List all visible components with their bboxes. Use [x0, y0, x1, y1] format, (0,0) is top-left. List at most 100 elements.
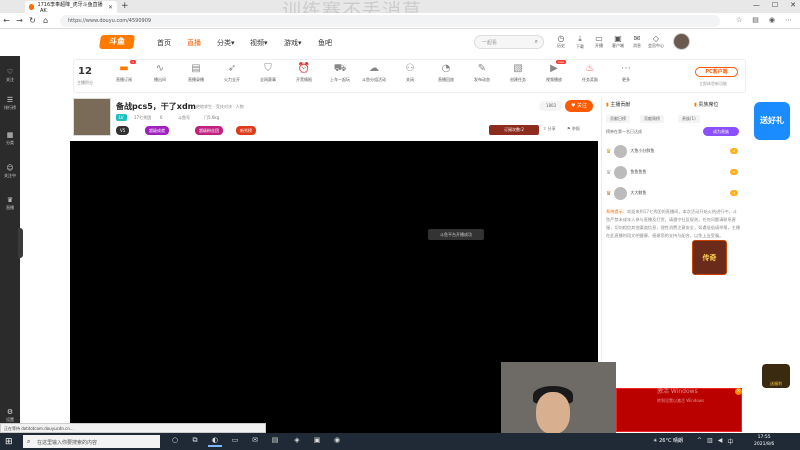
cat-alarm[interactable]: ⏰ 开黑情报 — [290, 63, 318, 83]
favorite-star-icon[interactable]: ☆ — [736, 16, 742, 24]
taskbar-clock[interactable]: 17:55 2021/8/6 — [754, 434, 774, 448]
store-icon[interactable]: ▤ — [268, 436, 282, 447]
nav-fishbar[interactable]: 鱼吧 — [318, 38, 332, 48]
file-explorer-icon[interactable]: ▭ — [228, 436, 242, 447]
cat-broadcast[interactable]: ∿ 播出间 — [146, 63, 174, 83]
network-icon[interactable]: ▥ — [707, 437, 713, 446]
search-icon[interactable]: ⌕ — [535, 38, 538, 46]
streamer-avatar[interactable] — [73, 98, 111, 136]
taskbar-search[interactable]: ⌕ 在这里输入你要搜索的内容 — [23, 435, 160, 448]
close-window-icon[interactable]: ✕ — [790, 1, 796, 9]
task-view-icon[interactable]: ○ — [168, 436, 182, 447]
address-bar: ← → ↻ ⌂ https://www.douyu.com/4590909 ☆ … — [0, 13, 800, 29]
newcomer-rank-badge[interactable]: 新秀榜 — [236, 126, 256, 135]
collections-icon[interactable]: ▤ — [752, 16, 759, 24]
close-tab-icon[interactable]: ✕ — [108, 4, 113, 11]
sidebar-item-ranking[interactable]: ☰ 排行榜 — [0, 96, 20, 111]
more-menu-icon[interactable]: ⋯ — [785, 16, 792, 24]
become-noble-button[interactable]: 成为贵族 — [703, 127, 739, 136]
header-vip[interactable]: ◇ 会员中心 — [647, 34, 665, 49]
tab-noble-list[interactable]: 贵族(1) — [678, 115, 700, 123]
flag-icon: ⚑ — [567, 126, 571, 131]
header-broadcast[interactable]: ▭ 开播 — [590, 34, 608, 49]
header-history[interactable]: ◷ 历史 — [552, 34, 570, 49]
chrome-icon[interactable]: ◉ — [330, 436, 344, 447]
douyu-logo[interactable]: 斗鱼 — [99, 35, 135, 49]
nav-home[interactable]: 首页 — [157, 38, 171, 48]
subscribe-count-button[interactable]: 订阅次数:2 — [489, 125, 539, 135]
tab-daily[interactable]: 贡献日榜 — [606, 115, 630, 123]
follow-button[interactable]: ♥ 关注 — [565, 100, 593, 112]
cat-task[interactable]: ▧ 创建任务 — [504, 63, 532, 83]
tab-noble[interactable]: ▮ 贵族席位 — [694, 101, 718, 108]
cat-car[interactable]: ⛟ 上车一起玩 — [326, 63, 354, 83]
cat-more[interactable]: ⋯ 更多 — [612, 63, 640, 83]
windows-start-icon[interactable]: ⊞ — [5, 437, 13, 447]
v5-badge[interactable]: V5 — [116, 126, 130, 135]
volume-icon[interactable]: ◀ — [718, 437, 723, 446]
sidebar-item-settings[interactable]: ⚙ 设置 — [0, 408, 20, 423]
game-ad-banner[interactable]: 传奇 — [692, 240, 727, 275]
search-input[interactable]: 一起看 ⌕ — [474, 35, 544, 49]
tab-contribution[interactable]: ▮ 主播贡献 — [606, 101, 630, 108]
streamer-name[interactable]: 17七秀团 — [134, 115, 151, 121]
minimize-icon[interactable]: — — [753, 1, 760, 9]
promo-float-badge[interactable]: 送好礼 — [754, 102, 790, 140]
sidebar-item-live[interactable]: ♛ 直播 — [0, 196, 20, 211]
nav-category[interactable]: 分类▾ — [217, 38, 235, 48]
mail-icon[interactable]: ✉ — [248, 436, 262, 447]
header-download[interactable]: ⤓ 下载 — [571, 34, 589, 50]
rank-name: 鱼鱼鱼鱼 — [630, 169, 647, 174]
header-icon-label: 会员中心 — [648, 43, 664, 48]
cat-friends[interactable]: ⚇ 关闭 — [396, 63, 424, 83]
profile-icon[interactable]: ◉ — [769, 16, 775, 24]
nav-game[interactable]: 游戏▾ — [284, 38, 302, 48]
share-button[interactable]: ⇪ 分享 — [543, 126, 556, 132]
cat-playback[interactable]: ◔ 直播回放 — [432, 63, 460, 83]
new-tab-icon[interactable]: + — [121, 1, 129, 11]
weather-widget[interactable]: ☀ 26°C 晴朗 — [653, 437, 683, 444]
cat-reward[interactable]: ♨ 任务奖励 — [576, 63, 604, 83]
tab-weekly[interactable]: 贡献周榜 — [640, 115, 664, 123]
refresh-icon[interactable]: ↻ — [26, 16, 39, 25]
back-icon[interactable]: ← — [0, 16, 13, 25]
rank-row[interactable]: ♛ 鱼鱼鱼鱼 5 — [606, 163, 738, 181]
browser-tab[interactable]: 1716李奉超降_虎牙斗鱼直播_AK ✕ — [25, 1, 117, 14]
trophy-icon: ♛ — [6, 196, 14, 204]
rank-row[interactable]: ♛ 大鱼小分鲜鱼 6 — [606, 142, 738, 160]
fan-club-badge[interactable]: 超级粉丝团 — [195, 126, 223, 135]
url-field[interactable]: https://www.douyu.com/4590909 — [60, 15, 720, 27]
cat-subscribe[interactable]: ▬ 直播订阅 2 — [110, 60, 138, 83]
user-avatar[interactable] — [673, 33, 690, 50]
cat-group[interactable]: ☁ 斗鱼分组活动 — [360, 63, 388, 83]
room-tags[interactable]: 绝地求生 · 竞技对决 · 人物 — [196, 104, 244, 110]
chevron-up-icon[interactable]: ^ — [697, 437, 702, 446]
rank-row[interactable]: ♛ 大大鲸鱼 4 — [606, 184, 738, 202]
nav-live[interactable]: 直播 — [187, 38, 201, 48]
cat-esports[interactable]: ⛉ 全网赛事 — [254, 63, 282, 83]
ime-icon[interactable]: 中 — [727, 437, 733, 446]
cat-fire[interactable]: ➶ 火力全开 — [218, 63, 246, 83]
cat-edit[interactable]: ✎ 发布动态 — [468, 63, 496, 83]
sidebar-item-category[interactable]: ▦ 分类 — [0, 131, 20, 146]
pc-client-button[interactable]: PC客户端 — [695, 67, 738, 77]
header-messages[interactable]: ✉ 消息 — [628, 34, 646, 49]
achievement-badge[interactable]: 超级成就 — [145, 126, 169, 135]
forward-icon[interactable]: → — [13, 16, 26, 25]
cat-replay[interactable]: ▤ 直播录播 — [182, 63, 210, 83]
steam-icon[interactable]: ◈ — [290, 436, 304, 447]
report-button[interactable]: ⚑ 举报 — [567, 126, 580, 132]
header-client[interactable]: ▣ 客户端 — [609, 34, 627, 49]
home-icon[interactable]: ⌂ — [39, 16, 52, 25]
cat-video[interactable]: ▶ 视频播放 new — [540, 60, 568, 83]
maximize-icon[interactable]: ☐ — [772, 1, 778, 9]
edge-browser-icon[interactable]: ◐ — [208, 436, 222, 447]
app-icon[interactable]: ▣ — [310, 436, 324, 447]
promo-float-badge-bottom[interactable]: 送福利 — [762, 364, 790, 388]
close-icon[interactable]: × — [735, 388, 742, 395]
taskview-icon[interactable]: ⧉ — [188, 436, 202, 447]
nav-video[interactable]: 视频▾ — [250, 38, 268, 48]
sidebar-collapse-handle[interactable] — [18, 228, 23, 258]
sidebar-item-following[interactable]: ☺ 关注中 — [0, 164, 20, 179]
sidebar-item-follow[interactable]: ♡ 关注 — [0, 68, 20, 83]
